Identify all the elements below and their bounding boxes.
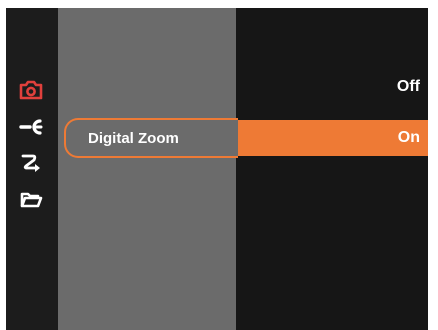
camera-settings-screen: Off On Digital Zoom: [6, 8, 428, 330]
menu-panel: [58, 8, 236, 330]
menu-item-label: Digital Zoom: [88, 129, 179, 147]
camera-icon[interactable]: [18, 78, 44, 102]
option-label: On: [397, 129, 420, 146]
wrench-icon[interactable]: [18, 115, 44, 139]
category-sidebar: [6, 8, 58, 330]
option-off[interactable]: Off: [236, 69, 428, 105]
value-panel: Off On: [236, 8, 428, 330]
option-on[interactable]: On: [236, 120, 428, 156]
transfer-arrow-icon[interactable]: [18, 152, 44, 176]
menu-item-digital-zoom[interactable]: Digital Zoom: [64, 118, 238, 158]
folder-icon[interactable]: [18, 188, 44, 212]
option-label: Off: [396, 78, 420, 95]
